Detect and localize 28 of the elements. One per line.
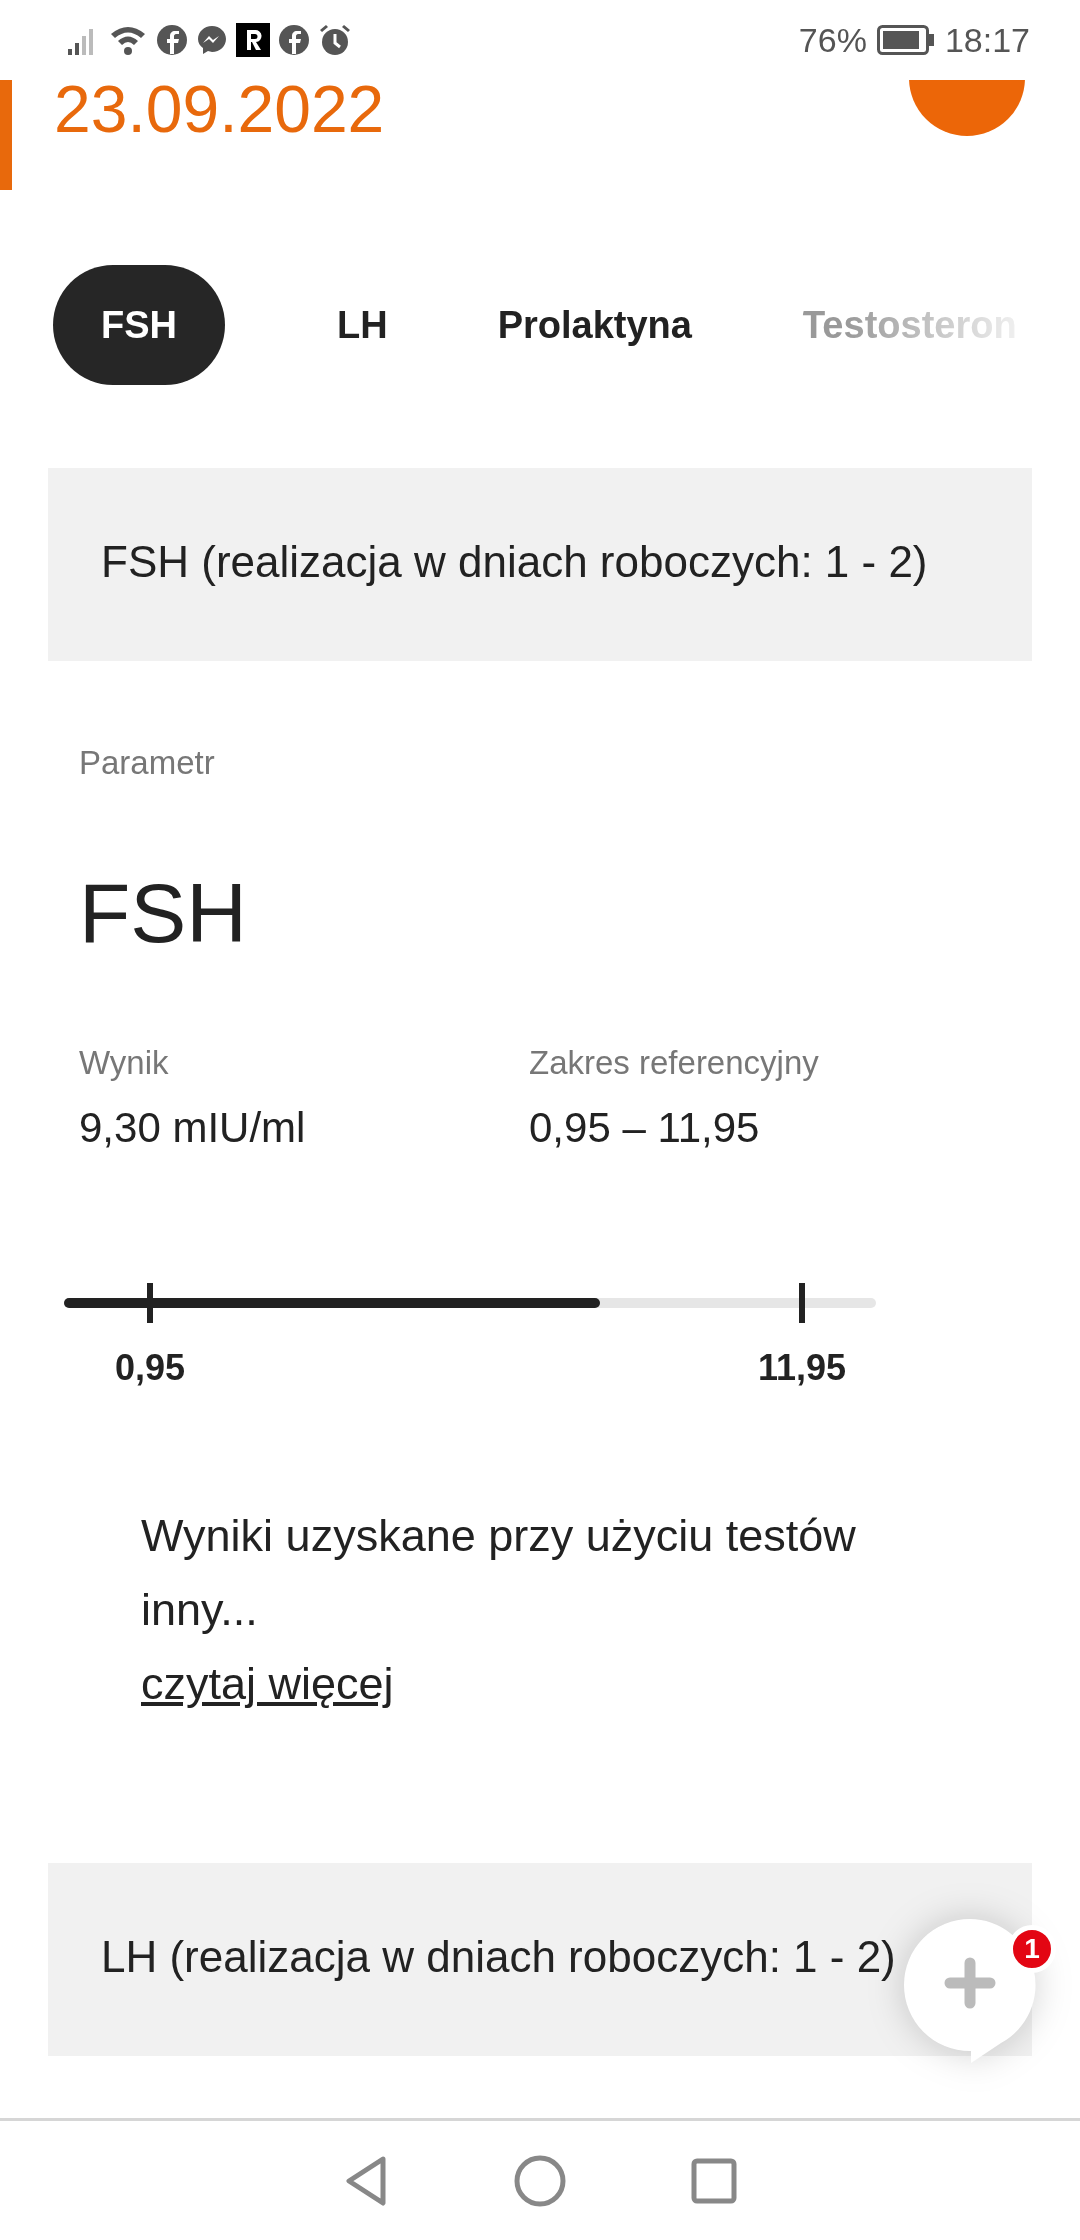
section-header: FSH (realizacja w dniach roboczych: 1 - 2)	[48, 468, 1032, 661]
tab[interactable]: FSH	[53, 265, 225, 385]
result-value: 9,30 mIU/ml	[79, 1103, 307, 1153]
tab[interactable]: LH	[337, 265, 388, 385]
parameter-name: FSH	[79, 865, 248, 962]
back-icon[interactable]	[343, 2154, 389, 2207]
messenger-icon	[196, 24, 228, 56]
home-icon[interactable]	[514, 2154, 566, 2207]
recents-icon[interactable]	[691, 2157, 737, 2204]
range-max-label: 11,95	[758, 1346, 847, 1390]
range-tick	[799, 1283, 806, 1323]
range-tick	[147, 1283, 154, 1323]
tab[interactable]: Prolaktyna	[497, 265, 692, 385]
alarm-icon	[318, 23, 352, 57]
clock-time: 18:17	[944, 20, 1030, 60]
range-min-label: 0,95	[115, 1346, 186, 1390]
read-more-link[interactable]: czytaj więcej	[141, 1658, 394, 1709]
battery-icon	[876, 25, 935, 55]
date-title: 23.09.2022	[54, 80, 385, 142]
app-icon	[236, 23, 270, 57]
facebook-icon	[156, 24, 188, 56]
battery-percent: 76%	[798, 20, 867, 60]
result-note: Wyniki uzyskane przy użyciu testów inny...	[141, 1509, 857, 1637]
facebook-icon	[278, 24, 310, 56]
parameter-label: Parametr	[79, 743, 216, 783]
result-label: Wynik	[79, 1043, 170, 1083]
range-label: Zakres referencyjny	[529, 1043, 820, 1083]
range-value: 0,95 – 11,95	[529, 1103, 761, 1153]
